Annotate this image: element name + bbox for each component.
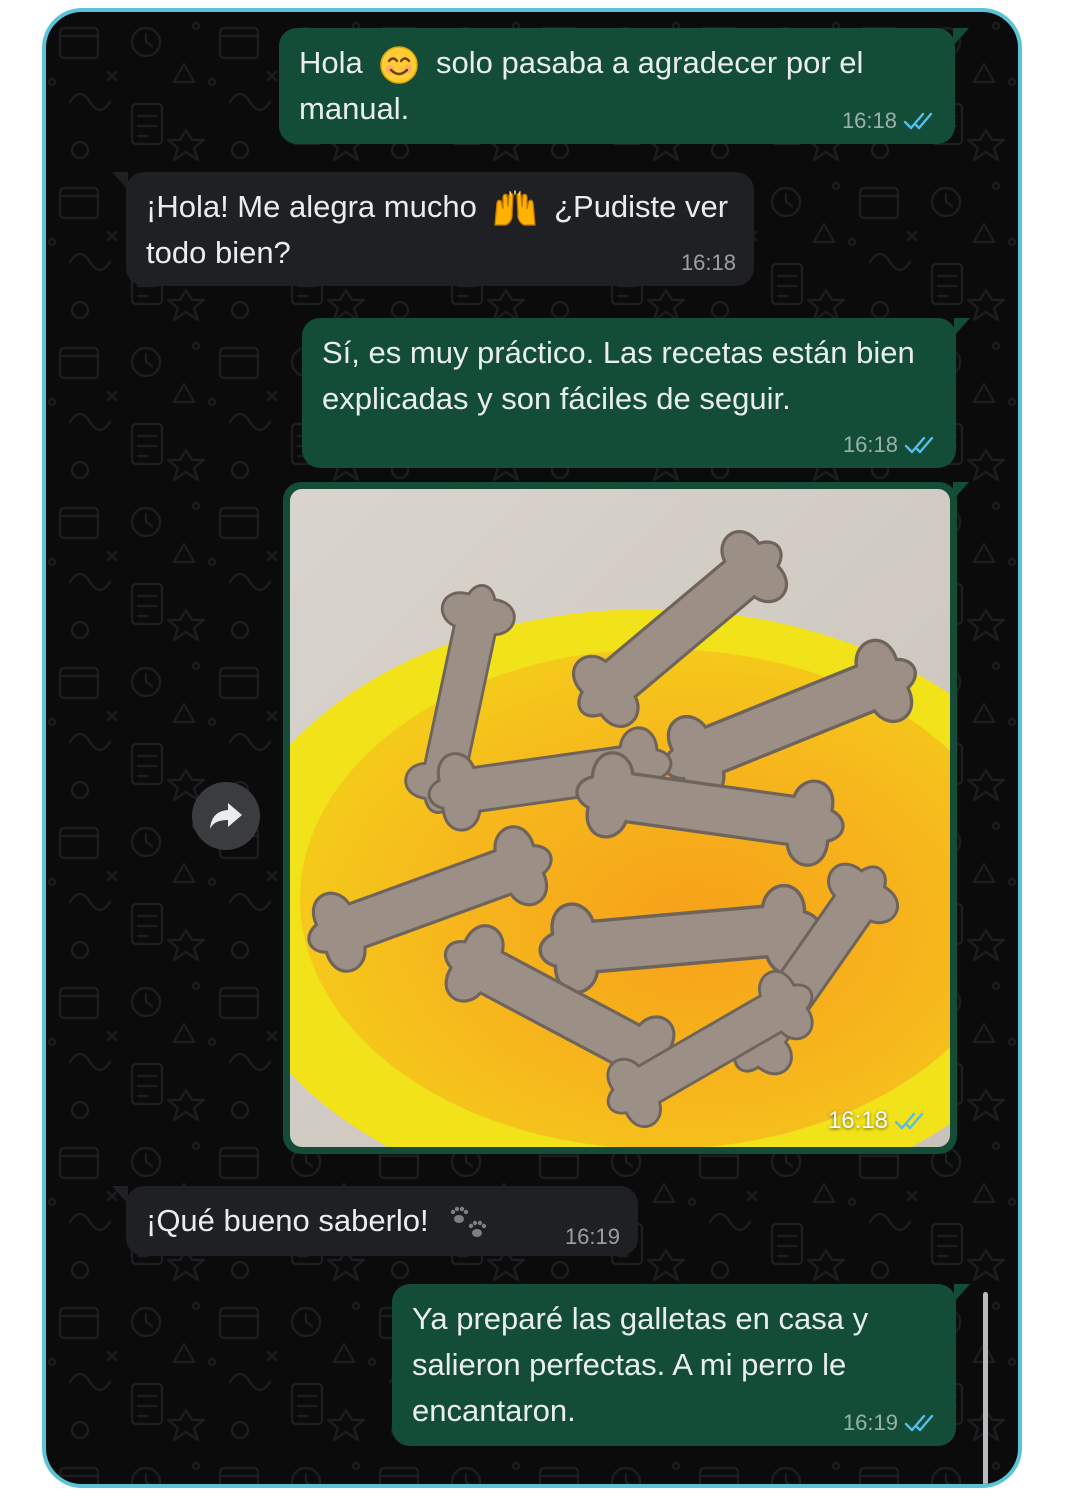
message-time: 16:18 [841, 108, 897, 133]
scrollbar[interactable] [983, 1292, 988, 1484]
message-meta: 16:18 [843, 432, 938, 458]
double-check-read-icon [894, 1112, 924, 1130]
message-meta: 16:18 [681, 250, 736, 276]
message-time: 16:18 [827, 1107, 888, 1134]
message-meta: 16:18 [828, 1107, 928, 1135]
message-bubble-incoming[interactable]: ¡Qué bueno saberlo! 16:19 [112, 1186, 638, 1256]
message-time: 16:18 [680, 250, 736, 275]
message-text: Hola [299, 45, 363, 80]
message-bubble-outgoing[interactable]: Sí, es muy práctico. Las recetas están b… [302, 318, 970, 468]
message-bubble-incoming[interactable]: ¡Hola! Me alegra mucho ¿Pudiste ver todo… [112, 172, 754, 286]
paw-prints-icon [451, 1206, 487, 1237]
double-check-read-icon [903, 112, 933, 130]
smiling-face-icon [380, 46, 419, 84]
dog-biscuit-photo-image [290, 489, 950, 1147]
message-meta: 16:19 [843, 1410, 938, 1436]
forward-arrow-icon [210, 803, 242, 829]
dog-biscuit-photo[interactable]: 16:18 [290, 489, 950, 1147]
message-text: Ya preparé las galletas en casa y salier… [412, 1301, 869, 1428]
message-time: 16:19 [564, 1224, 620, 1249]
forward-button[interactable] [192, 782, 260, 850]
message-bubble-outgoing[interactable]: Hola solo pasaba a agradecer por el manu… [279, 28, 969, 144]
message-meta: 16:18 [842, 108, 937, 134]
message-meta: 16:19 [565, 1224, 620, 1250]
message-time: 16:18 [842, 432, 898, 457]
raising-hands-icon [494, 190, 537, 226]
message-text: ¡Hola! Me alegra mucho [146, 189, 477, 224]
message-text: Sí, es muy práctico. Las recetas están b… [322, 335, 915, 416]
message-time: 16:19 [842, 1410, 898, 1435]
double-check-read-icon [904, 1414, 934, 1432]
double-check-read-icon [904, 436, 934, 454]
image-message-bubble[interactable]: 16:18 [283, 482, 969, 1154]
message-text: ¡Qué bueno saberlo! [146, 1203, 429, 1238]
chat-screen: Hola solo pasaba a agradecer por el manu… [42, 8, 1022, 1488]
message-bubble-outgoing[interactable]: Ya preparé las galletas en casa y salier… [392, 1284, 970, 1446]
